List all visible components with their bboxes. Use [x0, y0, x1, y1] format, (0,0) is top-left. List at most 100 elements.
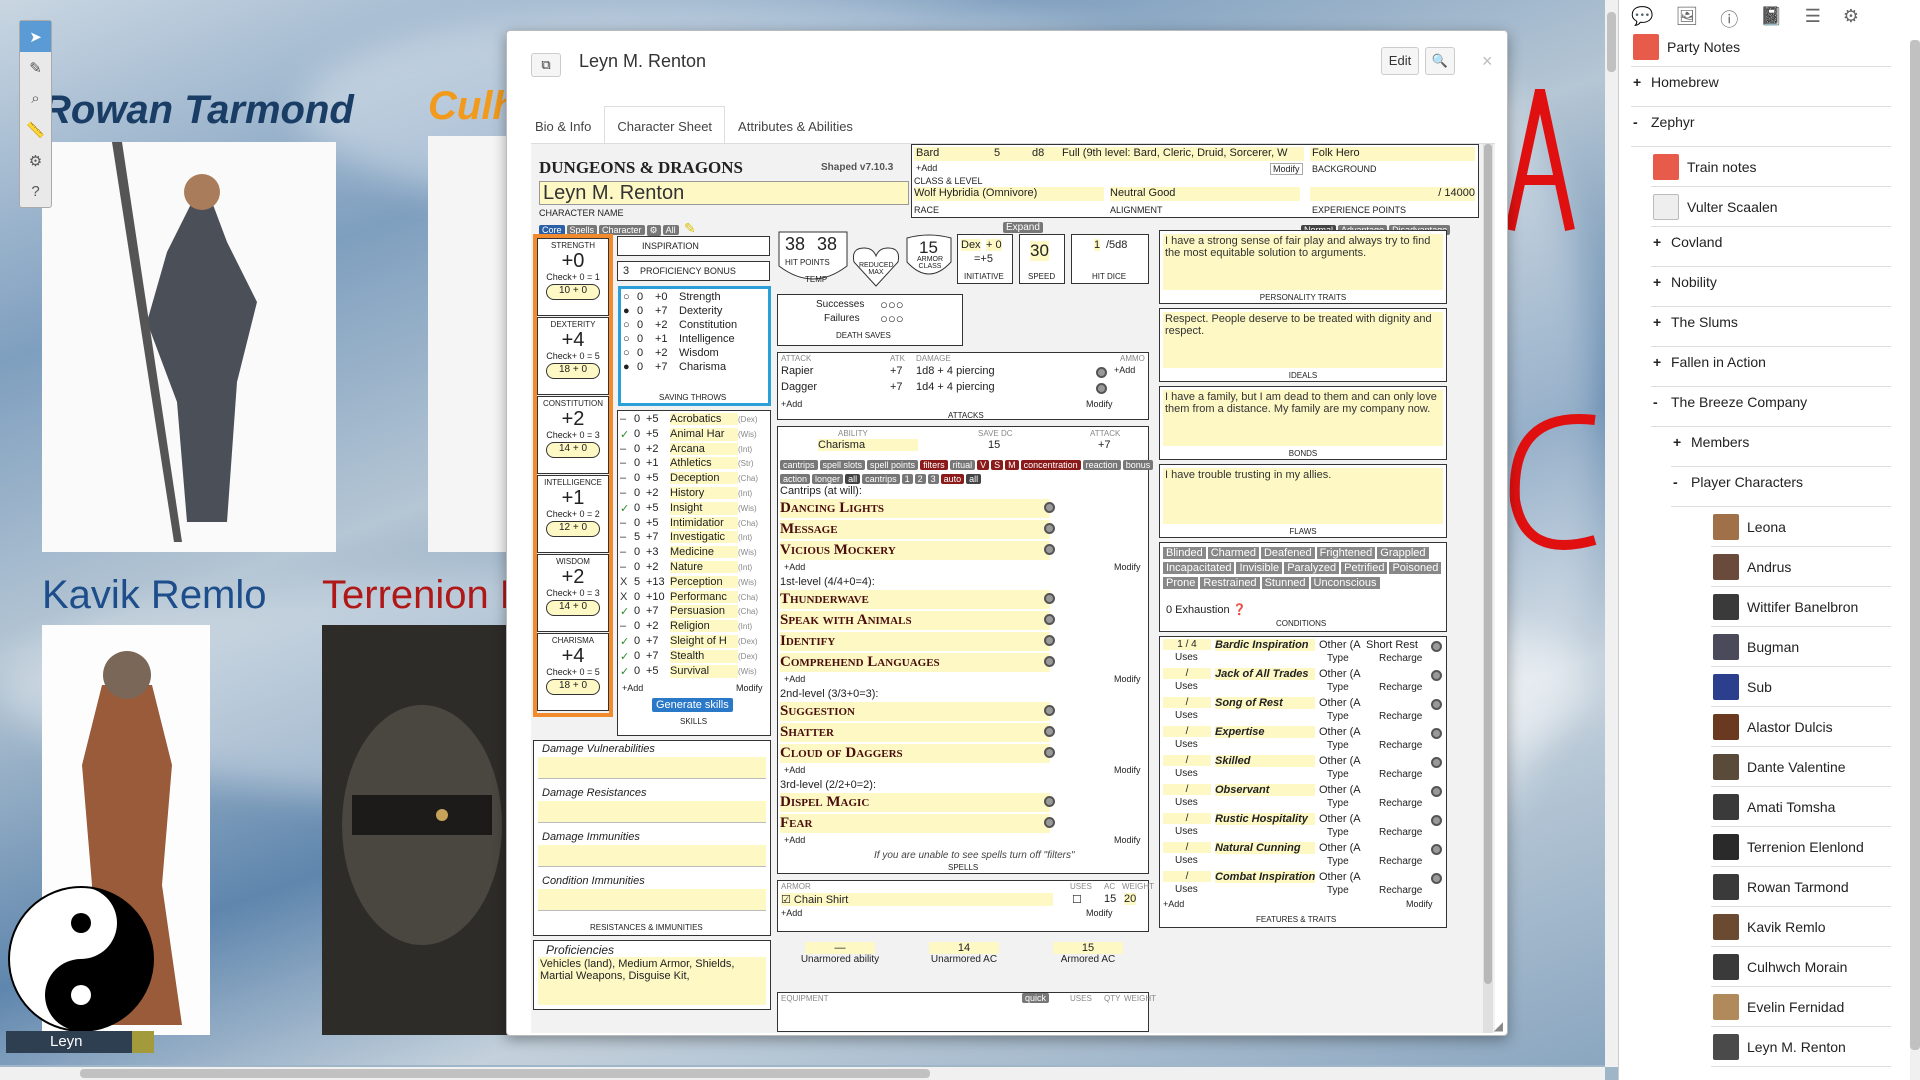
skill-row[interactable]: –0 +2 Religion (Int): [620, 620, 768, 633]
skill-row[interactable]: –5 +7 Investigatic (Int): [620, 531, 768, 544]
class-hd[interactable]: d8: [1032, 147, 1044, 159]
resist-field[interactable]: [538, 757, 766, 779]
spell-tag[interactable]: spell slots: [819, 460, 866, 470]
select-icon[interactable]: ➤: [20, 21, 51, 52]
spell-ability[interactable]: Charisma: [818, 439, 918, 451]
popout-button[interactable]: ⧉: [531, 53, 561, 77]
spell-gear-icon[interactable]: [1044, 635, 1055, 646]
initiative-box[interactable]: Dex + 0 =+5 INITIATIVE: [957, 234, 1013, 284]
background-field[interactable]: Folk Hero: [1310, 147, 1475, 161]
save-row[interactable]: ● 0 +7 Dexterity: [623, 305, 722, 317]
condition-toggle[interactable]: Unconscious: [1310, 577, 1380, 589]
spell-tag[interactable]: 3: [927, 474, 939, 484]
skill-prof[interactable]: X: [620, 591, 634, 603]
settings-gear-icon[interactable]: ⚙: [1843, 6, 1859, 26]
sidebar-item[interactable]: Evelin Fernidad: [1713, 994, 1844, 1020]
feature-name[interactable]: Observant: [1215, 784, 1315, 796]
ability-constitution[interactable]: CONSTITUTION +2 Check+ 0 = 3 14 + 0: [537, 396, 609, 474]
exhaustion[interactable]: 0 Exhaustion ❓: [1166, 603, 1246, 616]
inspiration-box[interactable]: INSPIRATION: [617, 236, 770, 256]
sidebar-item[interactable]: + Fallen in Action: [1653, 354, 1766, 370]
spell-tag[interactable]: longer: [812, 474, 844, 484]
skill-prof[interactable]: –: [620, 443, 634, 455]
save-row[interactable]: ○ 0 +2 Constitution: [623, 319, 737, 331]
sidebar-item[interactable]: Leona: [1713, 514, 1786, 540]
help-icon[interactable]: ❓: [1233, 604, 1247, 616]
resist-field[interactable]: [538, 801, 766, 823]
spell-tag[interactable]: reaction: [1082, 460, 1121, 470]
resist-field[interactable]: [538, 845, 766, 867]
feature-gear-icon[interactable]: [1431, 844, 1442, 855]
condition-toggle[interactable]: Deafened: [1260, 547, 1315, 559]
skill-row[interactable]: ✓ 0 +5 Survival (Wis): [620, 664, 768, 678]
sidebar-item[interactable]: Train notes: [1653, 154, 1757, 180]
sidebar-item[interactable]: Andrus: [1713, 554, 1791, 580]
feature-gear-icon[interactable]: [1431, 873, 1442, 884]
ability-dexterity[interactable]: DEXTERITY +4 Check+ 0 = 5 18 + 0: [537, 317, 609, 395]
feature-name[interactable]: Skilled: [1215, 755, 1315, 767]
spell-name[interactable]: Identify: [780, 632, 1050, 651]
hit-dice-current[interactable]: 1: [1094, 239, 1101, 251]
spell-add[interactable]: +Add: [784, 674, 805, 684]
skill-row[interactable]: –0 +5 Intimidatior (Cha): [620, 516, 768, 529]
class-name[interactable]: Bard: [916, 147, 939, 159]
skill-prof[interactable]: –: [620, 620, 634, 632]
ability-score[interactable]: 14 + 0: [546, 600, 600, 616]
feature-row[interactable]: / Uses Expertise Other (A Type Recharge: [1163, 726, 1446, 754]
skill-prof[interactable]: –: [620, 517, 634, 529]
feature-uses[interactable]: /: [1163, 755, 1211, 766]
class-level[interactable]: 5: [994, 147, 1000, 159]
zoom-icon[interactable]: ⌕: [20, 83, 51, 114]
spell-tag[interactable]: bonus: [1122, 460, 1154, 470]
gear-icon[interactable]: ⚙: [646, 225, 661, 236]
spell-tag[interactable]: action: [780, 474, 811, 484]
spell-name[interactable]: Comprehend Languages: [780, 653, 1050, 672]
condition-toggle[interactable]: Incapacitated: [1163, 562, 1235, 574]
edit-button[interactable]: Edit: [1381, 47, 1419, 75]
spell-name[interactable]: Dispel Magic: [780, 793, 1050, 812]
sidebar-scrollbar[interactable]: [1910, 40, 1920, 1080]
feature-row[interactable]: / Uses Song of Rest Other (A Type Recharge: [1163, 697, 1446, 725]
alignment-field[interactable]: Neutral Good: [1110, 187, 1300, 201]
caster-type[interactable]: Full (9th level: Bard, Cleric, Druid, So…: [1062, 147, 1302, 159]
spell-modify[interactable]: Modify: [1114, 674, 1141, 684]
save-prof-icon[interactable]: ○: [623, 333, 637, 345]
skill-row[interactable]: ✓ 0 +7 Persuasion (Cha): [620, 605, 768, 619]
sidebar-item[interactable]: Sub: [1713, 674, 1772, 700]
spell-name[interactable]: Message: [780, 520, 1050, 539]
spell-tag[interactable]: auto: [940, 474, 965, 484]
spell-gear-icon[interactable]: [1044, 747, 1055, 758]
spell-gear-icon[interactable]: [1044, 544, 1055, 555]
armor-add[interactable]: +Add: [781, 908, 802, 918]
spell-name[interactable]: Speak with Animals: [780, 611, 1050, 630]
spell-name[interactable]: Vicious Mockery: [780, 541, 1050, 560]
trait-text[interactable]: I have trouble trusting in my allies.: [1163, 468, 1443, 524]
armor-name[interactable]: ☑ Chain Shirt: [781, 893, 1053, 906]
condition-toggle[interactable]: Invisible: [1236, 562, 1283, 574]
pen-icon[interactable]: ✎: [20, 52, 51, 83]
close-icon[interactable]: ×: [1482, 51, 1493, 72]
feature-gear-icon[interactable]: [1431, 786, 1442, 797]
trait-text[interactable]: Respect. People deserve to be treated wi…: [1163, 312, 1443, 368]
pencil-icon[interactable]: ✎: [684, 220, 696, 236]
proficiencies-text[interactable]: Vehicles (land), Medium Armor, Shields, …: [538, 957, 766, 1005]
skill-row[interactable]: –0 +2 Arcana (Int): [620, 442, 768, 455]
spell-tag[interactable]: cantrips: [780, 460, 818, 470]
skill-row[interactable]: –0 +2 History (Int): [620, 487, 768, 499]
skill-row[interactable]: ✓ 0 +7 Sleight of H (Dex): [620, 635, 768, 648]
folder-expand-icon[interactable]: +: [1633, 74, 1643, 90]
spell-add[interactable]: +Add: [784, 562, 805, 572]
spell-gear-icon[interactable]: [1044, 726, 1055, 737]
trait-text[interactable]: I have a strong sense of fair play and a…: [1163, 234, 1443, 290]
feature-row[interactable]: / Uses Observant Other (A Type Recharge: [1163, 784, 1446, 812]
sidebar-item[interactable]: + Nobility: [1653, 274, 1717, 290]
skill-row[interactable]: –0 +5 Deception (Cha): [620, 472, 768, 485]
feature-uses[interactable]: 1 / 4: [1163, 639, 1211, 650]
spell-gear-icon[interactable]: [1044, 705, 1055, 716]
feature-uses[interactable]: /: [1163, 726, 1211, 737]
attack-gear-icon[interactable]: [1096, 367, 1107, 378]
expand-button[interactable]: Expand: [1003, 222, 1043, 233]
race-field[interactable]: Wolf Hybridia (Omnivore): [914, 187, 1104, 201]
ability-score[interactable]: 18 + 0: [546, 679, 600, 695]
unarmored-value[interactable]: —: [805, 942, 875, 954]
